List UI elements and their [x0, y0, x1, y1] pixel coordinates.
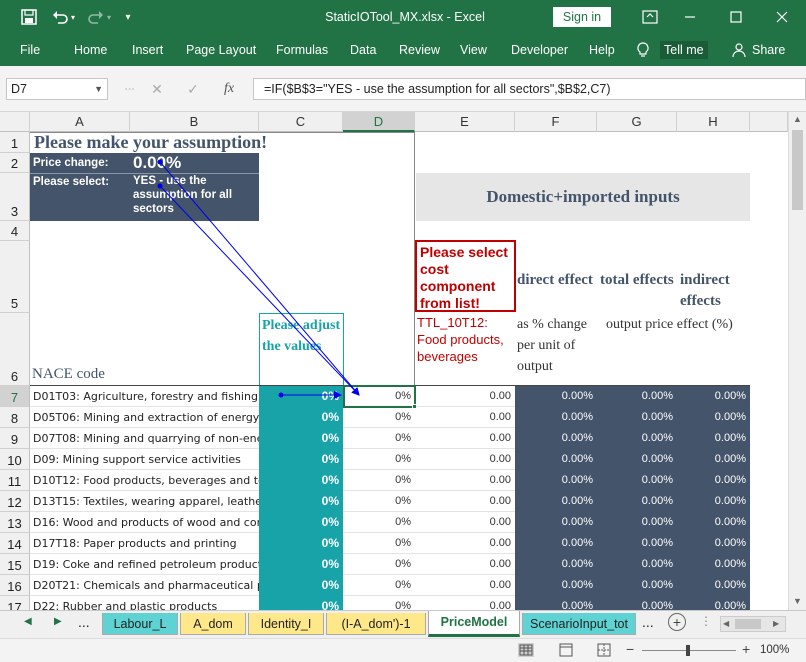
vertical-scrollbar[interactable]: ▲ ▼: [788, 112, 806, 610]
tab-scroll-left-icon[interactable]: ◀: [24, 616, 32, 627]
tab-review[interactable]: Review: [395, 34, 444, 66]
window-title: StaticIOTool_MX.xlsx - Excel: [325, 10, 485, 24]
cancel-entry-icon[interactable]: ✕: [148, 80, 166, 98]
tab-developer[interactable]: Developer: [507, 34, 572, 66]
name-box-value: D7: [11, 82, 27, 96]
undo-dropdown-icon[interactable]: ▾: [69, 12, 77, 22]
sheet-tab-scenarioinput-tot[interactable]: ScenarioInput_tot: [522, 613, 636, 635]
tab-view[interactable]: View: [456, 34, 491, 66]
sheet-tab-identity-i[interactable]: Identity_I: [248, 613, 324, 635]
normal-view-icon[interactable]: [518, 643, 534, 657]
sheet-tab-bar: ◀ ▶ ... Labour_L A_dom Identity_I (I-A_d…: [0, 610, 806, 638]
hscroll-right-icon[interactable]: ▶: [773, 619, 779, 628]
tab-split-handle-icon[interactable]: ⋮: [700, 614, 712, 628]
name-box[interactable]: D7 ▼: [6, 78, 108, 100]
tab-help[interactable]: Help: [585, 34, 619, 66]
page-layout-view-icon[interactable]: [558, 643, 574, 657]
confirm-entry-icon[interactable]: ✓: [184, 80, 202, 98]
tab-page-layout[interactable]: Page Layout: [182, 34, 260, 66]
title-bar: ▾ ▾ ▾ StaticIOTool_MX.xlsx - Excel Sign …: [0, 0, 806, 34]
formula-bar-area: D7 ▼ ⋮ ✕ ✓ fx =IF($B$3="YES - use the ass…: [0, 66, 806, 112]
undo-icon[interactable]: [52, 9, 68, 25]
hscroll-thumb[interactable]: [735, 619, 761, 629]
customize-toolbar-icon[interactable]: ▾: [122, 10, 134, 24]
tab-formulas[interactable]: Formulas: [272, 34, 332, 66]
status-bar: − + 100%: [0, 638, 806, 662]
scroll-down-icon[interactable]: ▼: [793, 596, 802, 606]
ribbon-tabs: File Home Insert Page Layout Formulas Da…: [0, 34, 806, 66]
tab-scroll-right-icon[interactable]: ▶: [54, 616, 62, 627]
page-break-view-icon[interactable]: [596, 643, 612, 657]
zoom-out-icon[interactable]: −: [626, 641, 634, 657]
hscroll-left-icon[interactable]: ◀: [723, 619, 729, 628]
name-box-dropdown-icon[interactable]: ▼: [94, 79, 103, 99]
minimize-icon[interactable]: [682, 9, 698, 25]
zoom-level[interactable]: 100%: [760, 644, 789, 656]
horizontal-scrollbar[interactable]: ◀ ▶: [720, 616, 786, 632]
scroll-up-icon[interactable]: ▲: [793, 114, 802, 124]
sheet-tab-inverse[interactable]: (I-A_dom')-1: [326, 613, 426, 635]
formula-input[interactable]: =IF($B$3="YES - use the assumption for a…: [253, 78, 806, 100]
lightbulb-icon: [636, 42, 650, 58]
drag-handle-icon[interactable]: ⋮: [124, 80, 135, 98]
scroll-thumb[interactable]: [792, 130, 803, 210]
redo-icon: [88, 9, 104, 25]
zoom-slider[interactable]: [642, 645, 736, 656]
sign-in-button[interactable]: Sign in: [553, 7, 611, 27]
worksheet-grid[interactable]: A B C D E F G H 1 2 3 4 5 6 7 8 9 10 11 …: [0, 112, 788, 610]
sheet-tab-pricemodel[interactable]: PriceModel: [428, 611, 520, 637]
close-icon[interactable]: [774, 9, 790, 25]
insert-function-icon[interactable]: fx: [220, 80, 238, 98]
tab-insert[interactable]: Insert: [128, 34, 167, 66]
trace-precedent-arrows: [157, 159, 360, 399]
tab-data[interactable]: Data: [346, 34, 380, 66]
ribbon-display-options-icon[interactable]: [642, 9, 658, 25]
save-icon[interactable]: [20, 9, 38, 25]
tab-more-right-icon[interactable]: ...: [642, 614, 654, 630]
tell-me-search[interactable]: Tell me: [660, 41, 708, 59]
sheet-tab-a-dom[interactable]: A_dom: [180, 613, 246, 635]
zoom-in-icon[interactable]: +: [742, 641, 750, 657]
maximize-icon[interactable]: [728, 9, 744, 25]
sheet-tab-labour-l[interactable]: Labour_L: [102, 613, 178, 635]
tab-more-left-icon[interactable]: ...: [78, 614, 90, 630]
tab-home[interactable]: Home: [70, 34, 111, 66]
redo-dropdown-icon: ▾: [106, 12, 111, 22]
add-sheet-icon[interactable]: +: [668, 613, 686, 631]
tab-file[interactable]: File: [16, 34, 44, 66]
share-button[interactable]: Share: [748, 34, 789, 66]
share-person-icon: [732, 42, 746, 58]
zoom-slider-thumb[interactable]: [686, 645, 690, 656]
